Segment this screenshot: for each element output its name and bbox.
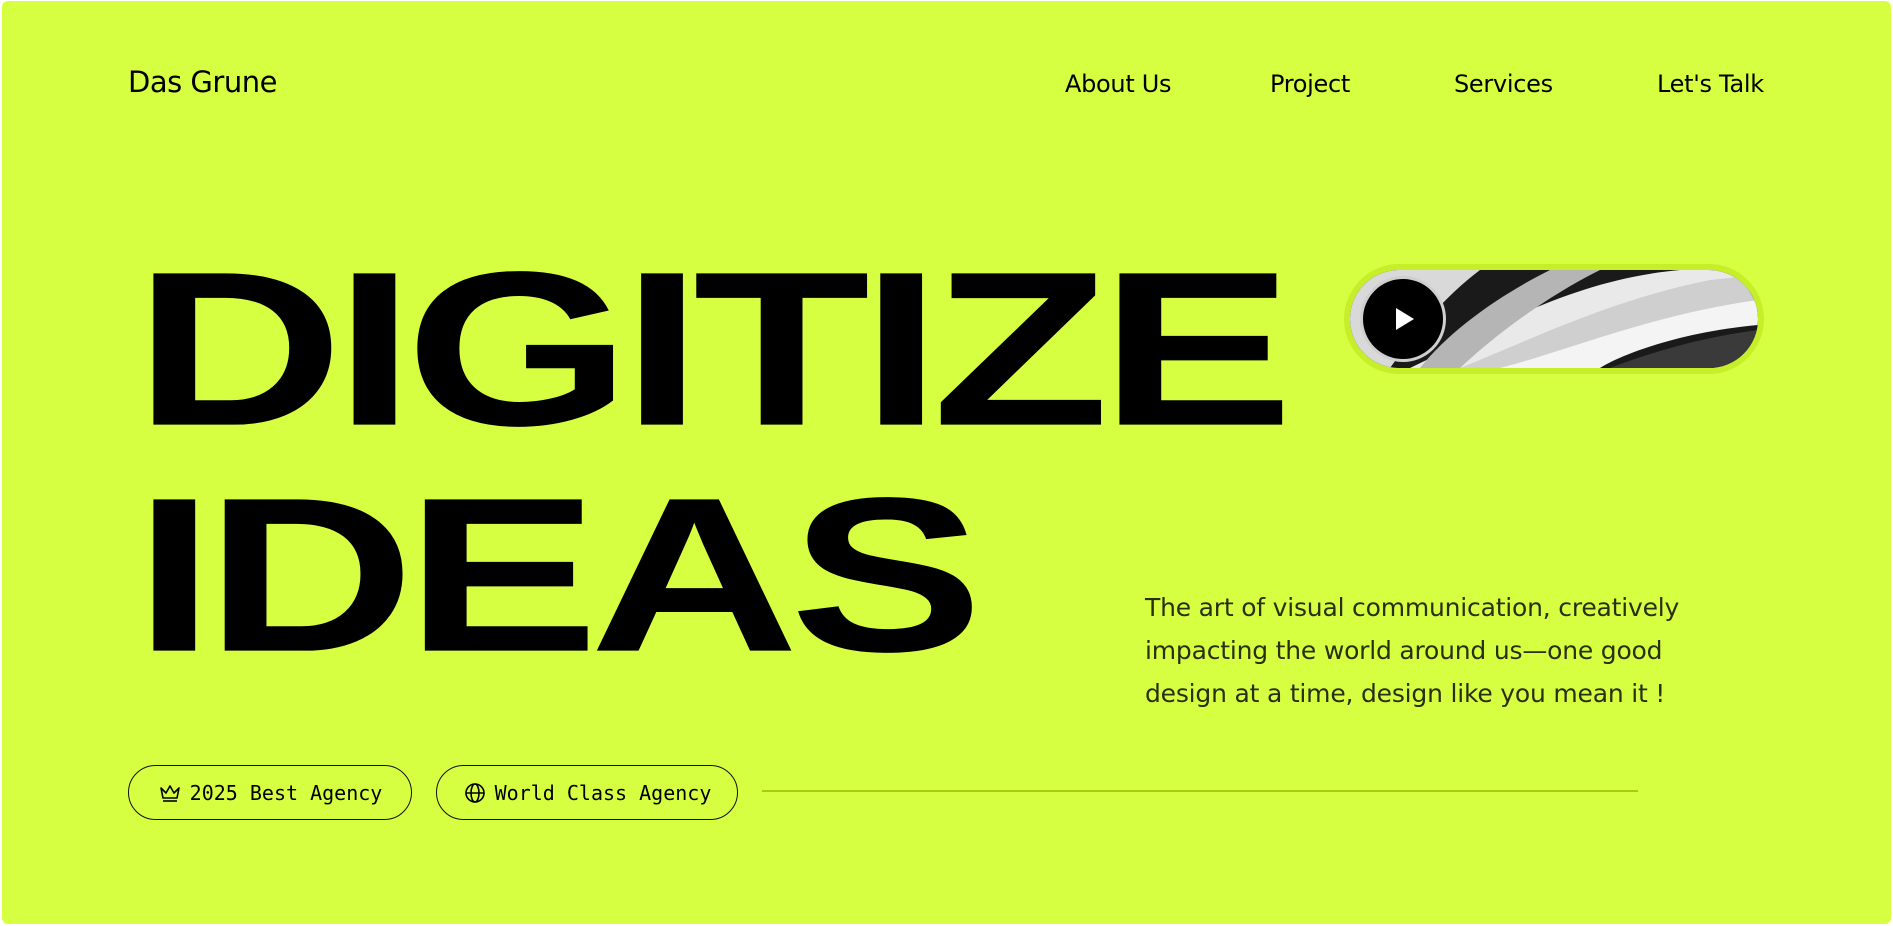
headline-line-2: IDEAS <box>134 451 983 698</box>
hero-page: Das Grune About Us Project Services Let'… <box>2 1 1891 924</box>
globe-icon <box>463 781 487 805</box>
video-thumbnail <box>1350 270 1758 368</box>
world-class-badge[interactable]: World Class Agency <box>436 765 738 820</box>
nav-about-us[interactable]: About Us <box>1065 67 1172 101</box>
world-class-label: World Class Agency <box>494 780 712 805</box>
crown-icon <box>158 781 182 805</box>
video-preview[interactable] <box>1344 264 1764 374</box>
nav-services[interactable]: Services <box>1454 67 1553 101</box>
best-agency-badge[interactable]: 2025 Best Agency <box>128 765 412 820</box>
nav-project[interactable]: Project <box>1270 67 1350 101</box>
play-button[interactable] <box>1360 276 1446 362</box>
headline-line-1: DIGITIZE <box>134 225 1293 472</box>
hero-description: The art of visual communication, creativ… <box>1145 593 1680 708</box>
main-nav: About Us Project Services Let's Talk <box>2 67 1891 101</box>
best-agency-label: 2025 Best Agency <box>189 780 383 805</box>
play-icon <box>1396 308 1414 330</box>
nav-lets-talk[interactable]: Let's Talk <box>1657 67 1764 101</box>
divider-line <box>762 790 1638 792</box>
